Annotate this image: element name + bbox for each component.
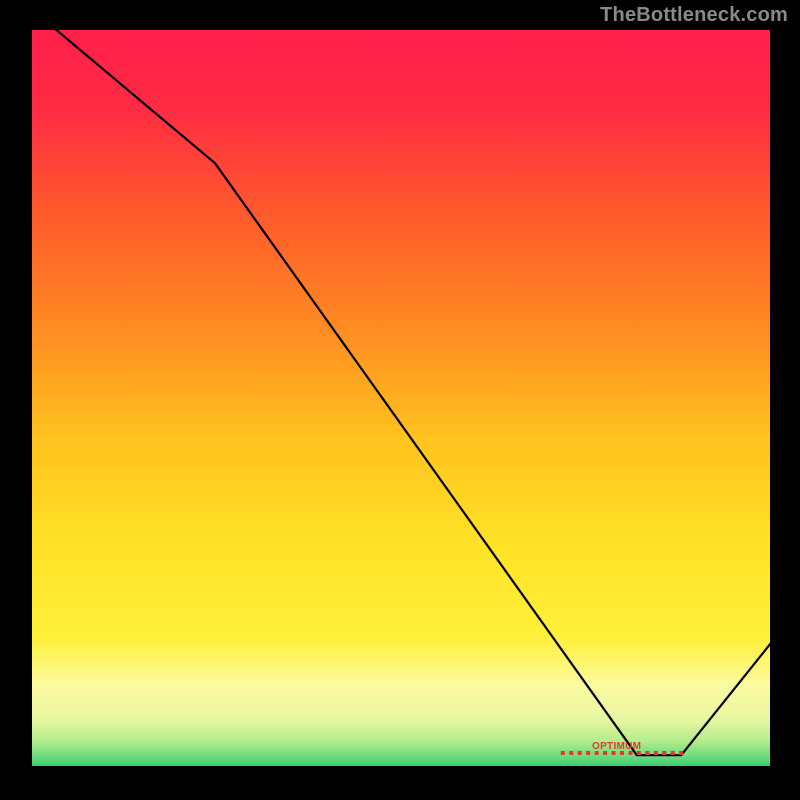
chart-container: OPTIMUM <box>30 30 770 770</box>
axis-left <box>30 30 32 770</box>
optimum-label: OPTIMUM <box>592 741 641 752</box>
axis-bottom <box>30 766 770 770</box>
bottleneck-chart <box>30 30 770 770</box>
attribution-text: TheBottleneck.com <box>600 4 788 27</box>
chart-background <box>30 30 770 770</box>
page-root: TheBottleneck.com OPTIMUM <box>0 0 800 800</box>
